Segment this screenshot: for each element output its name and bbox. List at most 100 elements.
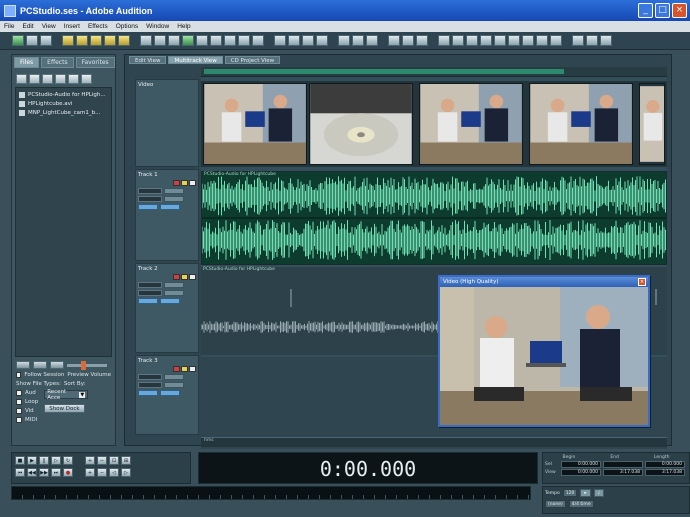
input-device-button[interactable]: [138, 390, 158, 396]
tab-files[interactable]: Files: [14, 57, 40, 68]
zoom-full-icon[interactable]: ⊡: [109, 456, 119, 465]
mix-down-icon[interactable]: [196, 35, 208, 46]
metronome-icon[interactable]: [452, 35, 464, 46]
file-type-checkbox[interactable]: [16, 399, 22, 405]
input-button[interactable]: [164, 188, 184, 194]
advanced-button[interactable]: ▸: [580, 489, 591, 497]
tab-cd-project-view[interactable]: CD Project View: [224, 56, 281, 64]
import-file-icon[interactable]: [29, 74, 40, 84]
lock-icon[interactable]: [508, 35, 520, 46]
sel-begin-field[interactable]: 0:00.000: [561, 461, 601, 468]
envelope-icon[interactable]: [224, 35, 236, 46]
solo-button[interactable]: [181, 180, 188, 186]
view-end-field[interactable]: 3:17.038: [603, 469, 643, 476]
mute-button[interactable]: [189, 274, 196, 280]
marker-icon[interactable]: [466, 35, 478, 46]
video-icon[interactable]: [352, 35, 364, 46]
cd-icon[interactable]: [366, 35, 378, 46]
file-list[interactable]: PCStudio-Audio for HPLigh... HPLightcube…: [15, 87, 112, 357]
edit-view-tool-icon[interactable]: [12, 35, 24, 46]
export-icon[interactable]: [118, 35, 130, 46]
timeline-ruler[interactable]: hms: [201, 437, 667, 447]
slider-knob[interactable]: [81, 360, 86, 370]
close-button[interactable]: ×: [672, 3, 687, 18]
zoom-out-vertical-icon[interactable]: −: [97, 468, 107, 477]
minimize-button[interactable]: _: [638, 3, 653, 18]
cd-tool-icon[interactable]: [40, 35, 52, 46]
rewind-button[interactable]: ◀◀: [27, 468, 37, 477]
menu-help[interactable]: Help: [177, 23, 190, 30]
save-all-icon[interactable]: [90, 35, 102, 46]
edit-file-icon[interactable]: [68, 74, 79, 84]
tab-edit-view[interactable]: Edit View: [129, 56, 167, 64]
record-button[interactable]: ●: [63, 468, 73, 477]
group-icon[interactable]: [522, 35, 534, 46]
open-icon[interactable]: [62, 35, 74, 46]
menu-window[interactable]: Window: [146, 23, 169, 30]
track-header-2[interactable]: Track 2: [135, 263, 199, 353]
import-icon[interactable]: [104, 35, 116, 46]
sel-end-field[interactable]: [603, 461, 643, 468]
sel-length-field[interactable]: 0:00.000: [645, 461, 685, 468]
view-begin-field[interactable]: 0:00.000: [561, 469, 601, 476]
record-arm-button[interactable]: [173, 366, 180, 372]
delete-track-icon[interactable]: [316, 35, 328, 46]
time-select-icon[interactable]: [154, 35, 166, 46]
output-button[interactable]: [164, 196, 184, 202]
autoplay-button[interactable]: [50, 361, 64, 369]
volume-field[interactable]: [138, 374, 162, 380]
zoom-full-icon[interactable]: [416, 35, 428, 46]
stop-button[interactable]: ■: [15, 456, 25, 465]
view-length-field[interactable]: 3:17.038: [645, 469, 685, 476]
volume-field[interactable]: [138, 188, 162, 194]
play-button[interactable]: [16, 361, 30, 369]
menu-effects[interactable]: Effects: [88, 23, 108, 30]
zoom-right-icon[interactable]: ▷: [121, 468, 131, 477]
scrub-icon[interactable]: [586, 35, 598, 46]
split-icon[interactable]: [536, 35, 548, 46]
video-window-title[interactable]: Video (High Quality) ×: [440, 277, 648, 287]
tab-multitrack-view[interactable]: Multitrack View: [168, 56, 223, 64]
play-preview-icon[interactable]: [81, 74, 92, 84]
solo-button[interactable]: [181, 366, 188, 372]
record-arm-button[interactable]: [173, 180, 180, 186]
input-device-button[interactable]: [138, 204, 158, 210]
list-item[interactable]: HPLightcube.avi: [19, 99, 108, 108]
save-icon[interactable]: [76, 35, 88, 46]
pan-field[interactable]: [138, 196, 162, 202]
output-button[interactable]: [164, 382, 184, 388]
record-arm-button[interactable]: [173, 274, 180, 280]
zoom-out-horizontal-icon[interactable]: −: [97, 456, 107, 465]
zoom-in-vertical-icon[interactable]: +: [85, 468, 95, 477]
track-eq-icon[interactable]: [274, 35, 286, 46]
pan-field[interactable]: [138, 382, 162, 388]
go-to-start-button[interactable]: ⏮: [15, 468, 25, 477]
play-button[interactable]: ▶: [27, 456, 37, 465]
open-file-icon[interactable]: [16, 74, 27, 84]
input-device-button[interactable]: [138, 298, 158, 304]
menu-file[interactable]: File: [4, 23, 14, 30]
metronome-button[interactable]: ♩: [593, 489, 604, 497]
go-to-end-button[interactable]: ⏭: [51, 468, 61, 477]
bounce-icon[interactable]: [210, 35, 222, 46]
audio-clip-track-1[interactable]: PCStudio-Audio for HPLightcube: [201, 171, 667, 265]
video-window[interactable]: Video (High Quality) ×: [438, 275, 650, 427]
file-type-checkbox[interactable]: [16, 408, 22, 414]
pause-button[interactable]: ‖: [39, 456, 49, 465]
show-dock-button[interactable]: Show Dock: [44, 404, 85, 413]
file-type-checkbox[interactable]: [16, 390, 22, 396]
play-tool-icon[interactable]: [182, 35, 194, 46]
loop-icon[interactable]: [252, 35, 264, 46]
track-fx-icon[interactable]: [288, 35, 300, 46]
output-device-button[interactable]: [160, 204, 180, 210]
input-button[interactable]: [164, 282, 184, 288]
timeline-overview[interactable]: [201, 67, 667, 77]
output-device-button[interactable]: [160, 298, 180, 304]
hybrid-tool-icon[interactable]: [140, 35, 152, 46]
input-button[interactable]: [164, 374, 184, 380]
insert-track-icon[interactable]: [302, 35, 314, 46]
sort-by-select[interactable]: Recent Acce ▼: [44, 389, 89, 401]
frequency-icon[interactable]: [572, 35, 584, 46]
tab-favorites[interactable]: Favorites: [75, 57, 115, 68]
loop-play-button[interactable]: ↻: [63, 456, 73, 465]
